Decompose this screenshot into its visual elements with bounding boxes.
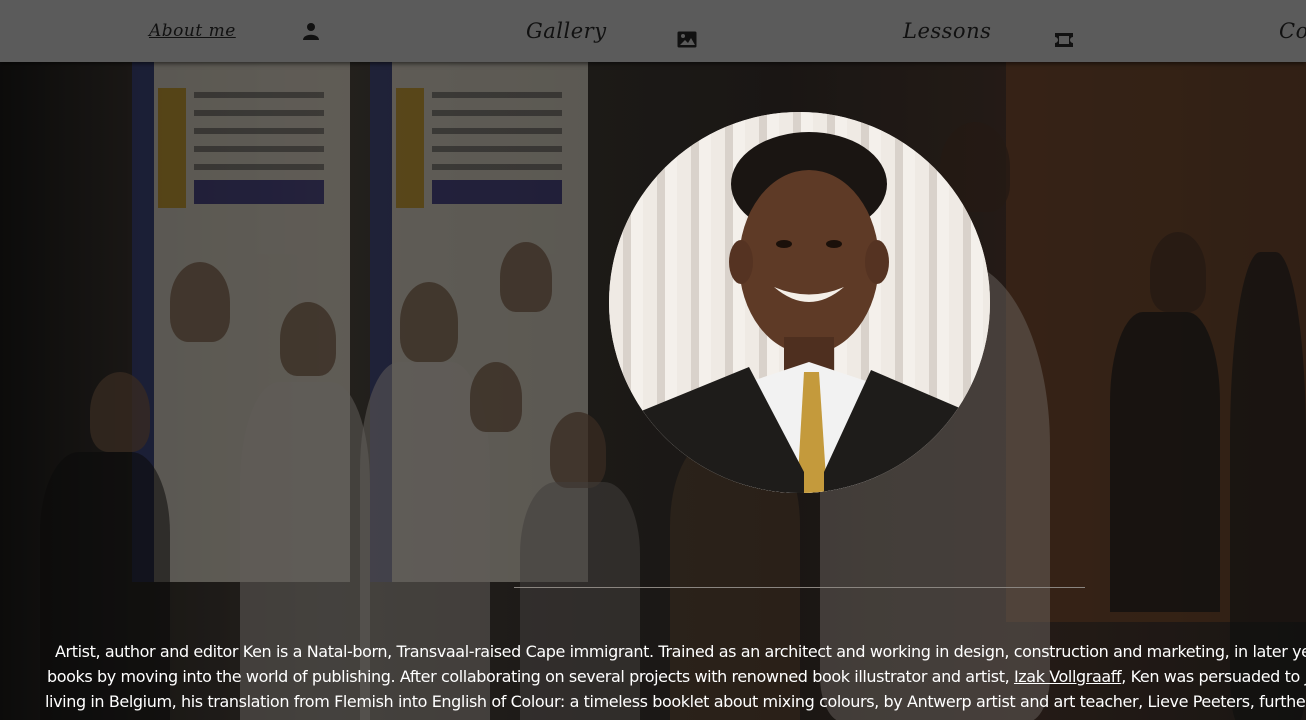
bio-line-2-rest: , Ken was persuaded to join th <box>1121 667 1306 686</box>
user-icon[interactable] <box>302 22 322 40</box>
section-divider <box>514 587 1085 588</box>
bio-line-2-text: books by moving into the world of publis… <box>47 667 1014 686</box>
ticket-icon[interactable] <box>1054 32 1074 50</box>
nav-about-me-label: About me <box>149 21 236 41</box>
nav-gallery-label: Gallery <box>526 19 607 43</box>
nav-lessons[interactable]: Lessons <box>903 0 991 62</box>
izak-vollgraaff-link[interactable]: Izak Vollgraaff <box>1014 667 1122 686</box>
nav-lessons-label: Lessons <box>903 19 992 43</box>
nav-about-me[interactable]: About me <box>149 0 236 62</box>
bio-text: Artist, author and editor Ken is a Natal… <box>0 639 1306 720</box>
nav-gallery[interactable]: Gallery <box>526 0 607 62</box>
profile-portrait <box>609 112 990 493</box>
bio-line-3: living in Belgium, his translation from … <box>45 692 1306 711</box>
image-icon[interactable] <box>677 31 697 49</box>
bio-line-1: Artist, author and editor Ken is a Natal… <box>55 642 1306 661</box>
bio-line-2: books by moving into the world of publis… <box>47 664 1306 689</box>
nav-contact-label: Co <box>1279 19 1306 43</box>
nav-contact[interactable]: Co <box>1279 0 1306 62</box>
top-navigation: About me Gallery Lessons Co <box>0 0 1306 62</box>
